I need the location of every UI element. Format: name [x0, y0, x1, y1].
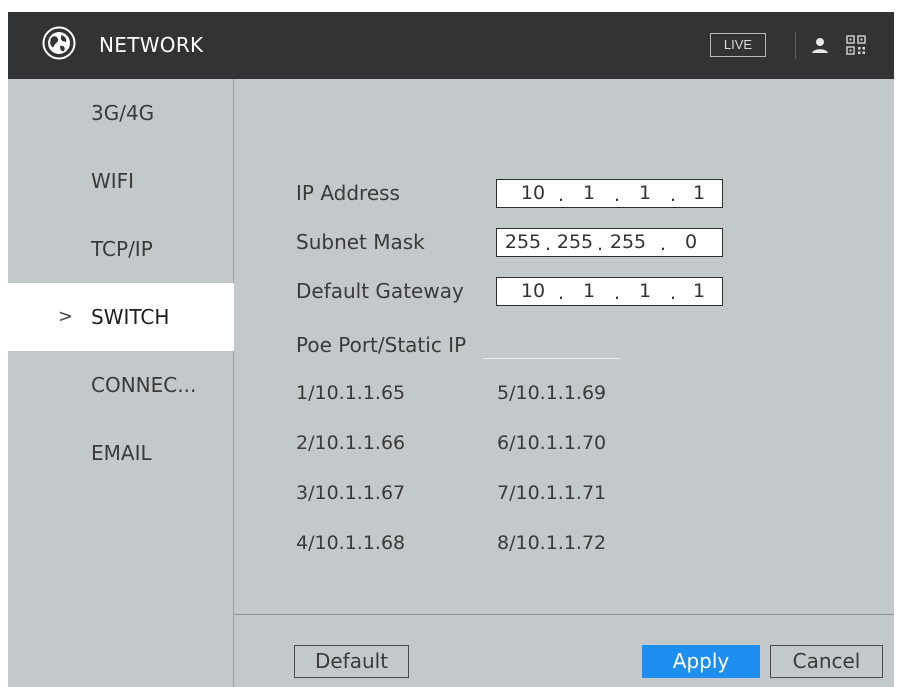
octet-separator: .: [614, 184, 621, 206]
header-bar: NETWORK LIVE: [8, 12, 894, 79]
poe-port-entry: 4/10.1.1.68: [296, 532, 406, 554]
sidebar-item-tcpip[interactable]: TCP/IP: [8, 215, 234, 283]
sidebar-item-label: SWITCH: [91, 305, 170, 329]
poe-port-entry: 1/10.1.1.65: [296, 382, 406, 404]
live-button[interactable]: LIVE: [710, 33, 766, 57]
octet-separator: .: [597, 233, 604, 255]
poe-section-title: Poe Port/Static IP: [296, 333, 467, 357]
sidebar-item-email[interactable]: EMAIL: [8, 419, 234, 487]
gateway-octet[interactable]: 1: [677, 279, 721, 304]
sidebar: 3G/4G WIFI TCP/IP > SWITCH CONNEC... EMA…: [8, 79, 234, 687]
sidebar-item-label: 3G/4G: [91, 101, 155, 125]
subnet-octet[interactable]: 0: [669, 230, 713, 255]
gateway-octet[interactable]: 1: [567, 279, 611, 304]
gateway-octet[interactable]: 1: [623, 279, 667, 304]
user-icon[interactable]: [810, 34, 830, 56]
chevron-right-icon: >: [58, 306, 74, 327]
sidebar-item-switch[interactable]: > SWITCH: [8, 283, 234, 351]
default-button[interactable]: Default: [294, 645, 409, 678]
cancel-button[interactable]: Cancel: [770, 645, 883, 678]
ip-address-field[interactable]: 10 . 1 . 1 . 1: [496, 179, 723, 208]
poe-port-entry: 2/10.1.1.66: [296, 432, 406, 454]
sidebar-item-label: CONNEC...: [91, 373, 197, 397]
gateway-octet[interactable]: 10: [511, 279, 555, 304]
subnet-octet[interactable]: 255: [501, 230, 545, 255]
poe-port-entry: 5/10.1.1.69: [497, 382, 607, 404]
ip-octet[interactable]: 10: [511, 181, 555, 206]
sidebar-item-label: EMAIL: [91, 441, 152, 465]
sidebar-item-label: TCP/IP: [91, 237, 153, 261]
subnet-octet[interactable]: 255: [606, 230, 650, 255]
octet-separator: .: [670, 184, 677, 206]
network-window: NETWORK LIVE 3G/4G WIFI TCP/IP > SWITCH …: [8, 12, 894, 687]
poe-port-entry: 6/10.1.1.70: [497, 432, 607, 454]
default-gateway-field[interactable]: 10 . 1 . 1 . 1: [496, 277, 723, 306]
octet-separator: .: [614, 282, 621, 304]
sidebar-item-3g4g[interactable]: 3G/4G: [8, 79, 234, 147]
octet-separator: .: [558, 282, 565, 304]
ip-address-label: IP Address: [296, 181, 400, 205]
main-panel: IP Address 10 . 1 . 1 . 1 Subnet Mask 25…: [234, 79, 894, 687]
poe-port-entry: 3/10.1.1.67: [296, 482, 406, 504]
poe-port-entry: 7/10.1.1.71: [497, 482, 607, 504]
page-title: NETWORK: [99, 33, 204, 57]
octet-separator: .: [545, 233, 552, 255]
subnet-mask-field[interactable]: 255 . 255 . 255 . 0: [496, 228, 723, 257]
octet-separator: .: [660, 233, 667, 255]
sidebar-item-label: WIFI: [91, 169, 135, 193]
octet-separator: .: [670, 282, 677, 304]
globe-logo-icon[interactable]: [42, 26, 76, 60]
ip-octet[interactable]: 1: [677, 181, 721, 206]
ip-octet[interactable]: 1: [567, 181, 611, 206]
footer-divider: [234, 614, 894, 615]
subnet-mask-label: Subnet Mask: [296, 230, 425, 254]
poe-port-entry: 8/10.1.1.72: [497, 532, 607, 554]
apply-button[interactable]: Apply: [642, 645, 760, 678]
sidebar-item-connection[interactable]: CONNEC...: [8, 351, 234, 419]
octet-separator: .: [558, 184, 565, 206]
qr-code-icon[interactable]: [846, 35, 866, 55]
sidebar-item-wifi[interactable]: WIFI: [8, 147, 234, 215]
header-divider: [795, 32, 796, 59]
subnet-octet[interactable]: 255: [553, 230, 597, 255]
ip-octet[interactable]: 1: [623, 181, 667, 206]
section-divider: [483, 358, 620, 359]
default-gateway-label: Default Gateway: [296, 279, 464, 303]
